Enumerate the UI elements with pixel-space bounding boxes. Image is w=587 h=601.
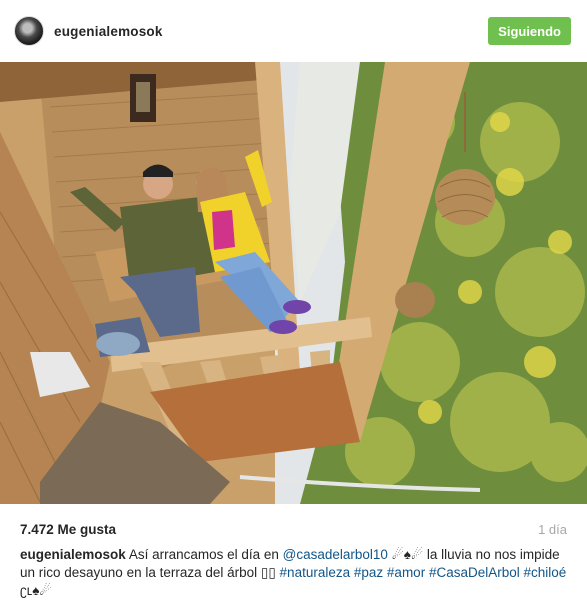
hashtag-link[interactable]: #naturaleza — [280, 565, 351, 580]
likes-count[interactable]: 7.472 Me gusta — [20, 522, 116, 537]
username[interactable]: eugenialemosok — [54, 24, 163, 39]
post-photo[interactable] — [0, 62, 587, 504]
hashtag-link[interactable]: #amor — [387, 565, 425, 580]
hashtag-link[interactable]: #CasaDelArbol — [429, 565, 520, 580]
post-time[interactable]: 1 día — [538, 522, 567, 537]
caption-username[interactable]: eugenialemosok — [20, 547, 126, 562]
hashtag-link[interactable]: #chiloé — [524, 565, 567, 580]
treehouse-photo-illustration — [0, 62, 587, 504]
caption-emoji: ▯▯ — [260, 565, 276, 580]
caption-text: Así arrancamos el día en — [128, 547, 279, 562]
avatar[interactable] — [14, 16, 44, 46]
hashtag-link[interactable]: #paz — [354, 565, 383, 580]
caption-emoji: ʗʟ♠☄ — [20, 583, 52, 598]
following-button[interactable]: Siguiendo — [488, 17, 571, 45]
caption-emoji: ☄♠☄ — [391, 547, 424, 562]
caption: eugenialemosok Así arrancamos el día en … — [20, 546, 567, 600]
post-header: eugenialemosok Siguiendo — [0, 0, 587, 62]
mention-link[interactable]: @casadelarbol10 — [283, 547, 388, 562]
post-footer: 7.472 Me gusta 1 día eugenialemosok Así … — [0, 504, 587, 601]
